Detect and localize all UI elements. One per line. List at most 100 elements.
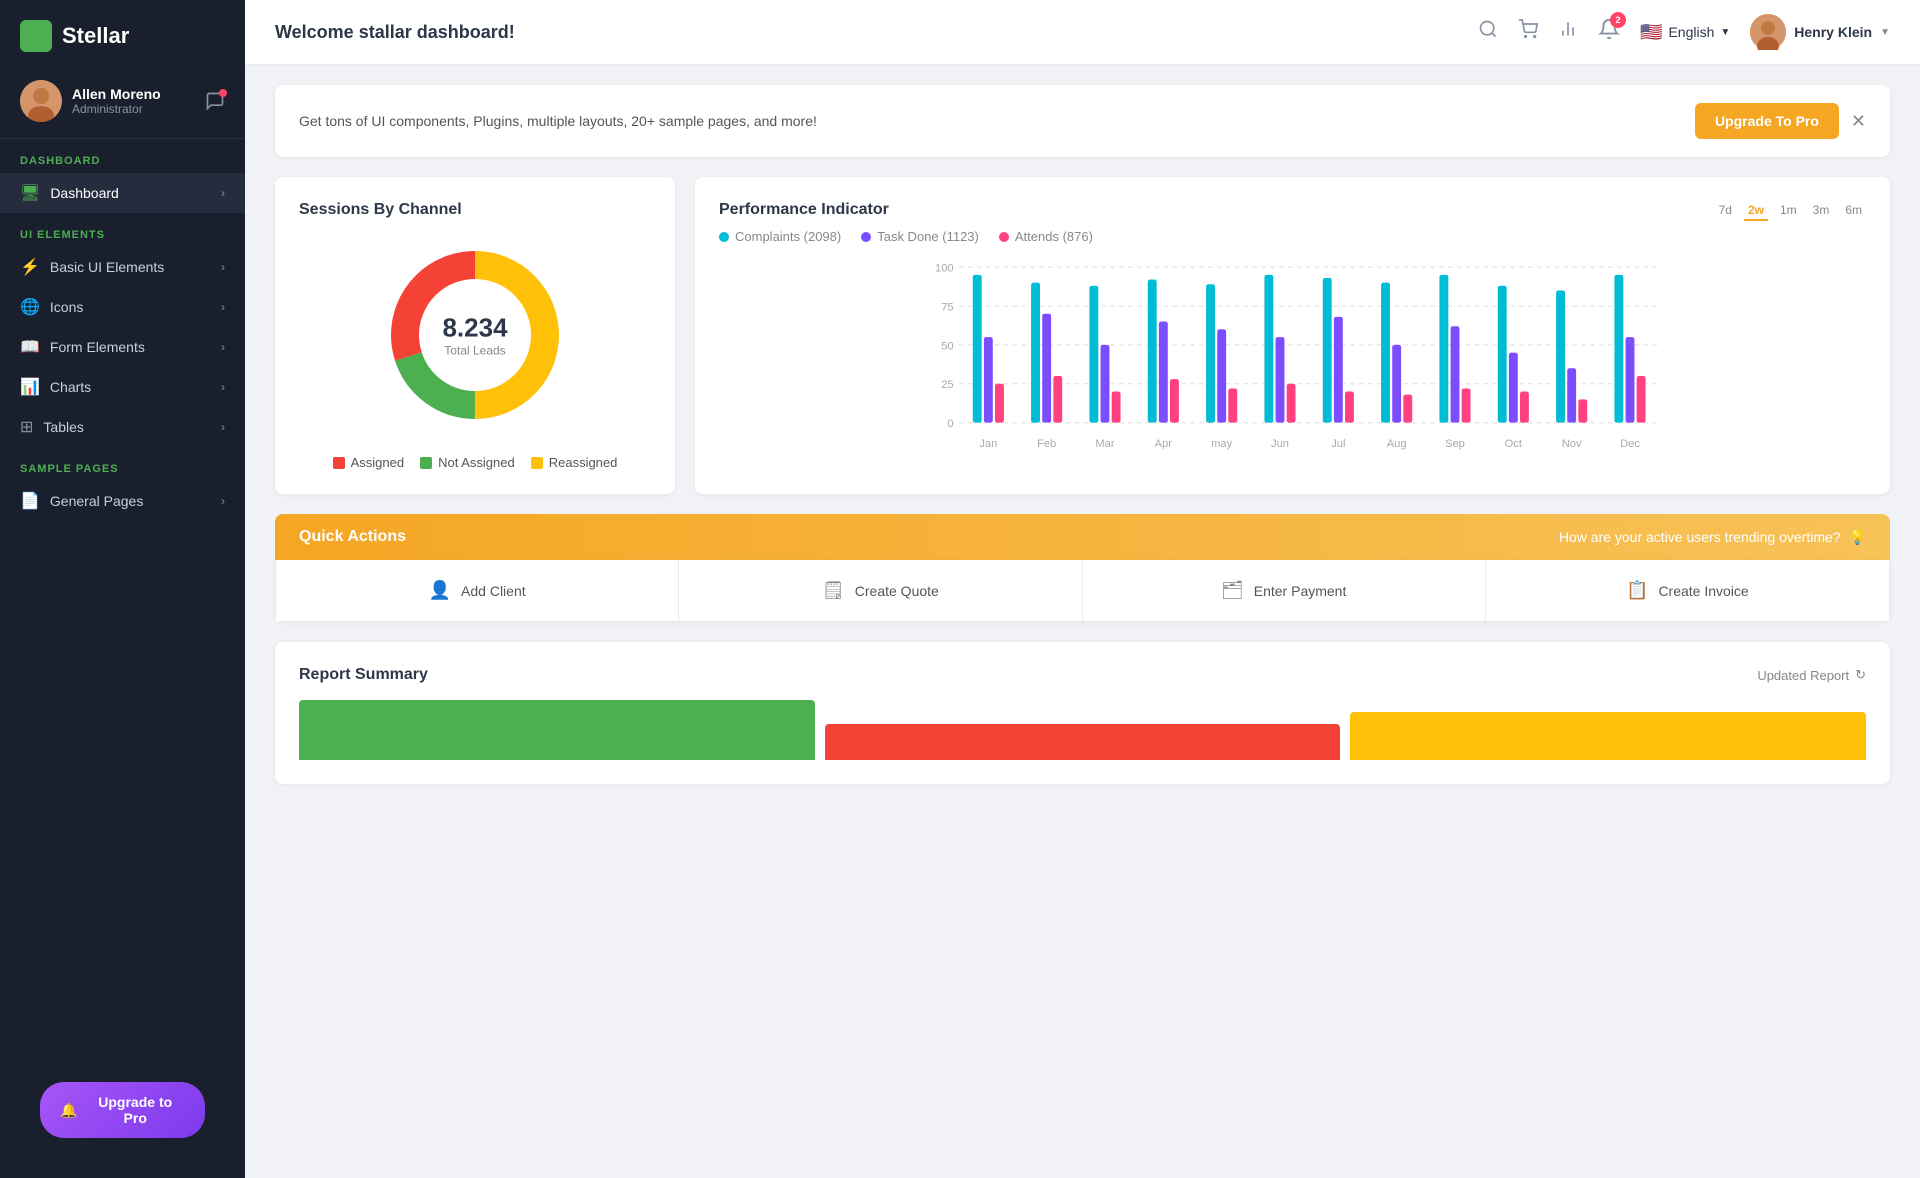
performance-header: Performance Indicator 7d 2w 1m 3m 6m (719, 201, 1866, 221)
quick-actions-body: 👤 Add Client🗒 Create Quote🗂 Enter Paymen… (275, 560, 1890, 622)
time-filter-7d[interactable]: 7d (1715, 201, 1736, 221)
charts-row: Sessions By Channel (275, 177, 1890, 494)
svg-text:100: 100 (935, 263, 954, 275)
perf-legend-dot-1 (861, 232, 871, 242)
enter-payment-label: Enter Payment (1254, 583, 1347, 599)
notifications-icon[interactable]: 2 (1598, 18, 1620, 46)
report-summary-card: Report Summary Updated Report ↻ (275, 642, 1890, 784)
sidebar-label-tables: Tables (43, 419, 83, 435)
perf-legend-label-1: Task Done (1123) (877, 229, 979, 244)
sidebar-item-icons[interactable]: 🌐 Icons › (0, 287, 245, 327)
sidebar-icon-basic-ui: ⚡ (20, 257, 40, 277)
promo-banner: Get tons of UI components, Plugins, mult… (275, 85, 1890, 157)
create-invoice-button[interactable]: 📋 Create Invoice (1486, 560, 1889, 621)
perf-legend-label-0: Complaints (2098) (735, 229, 841, 244)
enter-payment-button[interactable]: 🗂 Enter Payment (1083, 560, 1486, 621)
create-invoice-icon: 📋 (1626, 580, 1648, 601)
enter-payment-icon: 🗂 (1221, 580, 1244, 601)
upgrade-to-pro-button[interactable]: 🔔 Upgrade to Pro (40, 1082, 205, 1138)
report-bar-3 (1350, 712, 1866, 760)
legend-label-reassigned: Reassigned (549, 455, 618, 470)
sidebar-icon-charts: 📊 (20, 377, 40, 397)
perf-legend-item-1: Task Done (1123) (861, 229, 979, 244)
sidebar-item-left: 📊 Charts (20, 377, 91, 397)
svg-text:Apr: Apr (1155, 438, 1173, 450)
sidebar-item-left: 📄 General Pages (20, 491, 143, 511)
refresh-icon[interactable]: ↻ (1855, 667, 1866, 683)
sidebar-item-tables[interactable]: ⊞ Tables › (0, 407, 245, 447)
time-filter-1m[interactable]: 1m (1776, 201, 1801, 221)
performance-legend: Complaints (2098) Task Done (1123) Atten… (719, 229, 1866, 244)
legend-not-assigned: Not Assigned (420, 455, 515, 470)
report-updated: Updated Report ↻ (1757, 667, 1866, 683)
report-title: Report Summary (299, 666, 428, 684)
add-client-button[interactable]: 👤 Add Client (276, 560, 679, 621)
donut-chart: 8.234 Total Leads (375, 235, 575, 435)
language-selector[interactable]: 🇺🇸 English ▼ (1640, 22, 1730, 43)
updated-label: Updated Report (1757, 668, 1849, 683)
sidebar-item-left: ⊞ Tables (20, 417, 84, 437)
sidebar-item-arrow-general-pages: › (221, 494, 225, 508)
sidebar-item-general-pages[interactable]: 📄 General Pages › (0, 481, 245, 521)
time-filter-2w[interactable]: 2w (1744, 201, 1768, 221)
sidebar-item-charts[interactable]: 📊 Charts › (0, 367, 245, 407)
sidebar-label-charts: Charts (50, 379, 91, 395)
banner-text: Get tons of UI components, Plugins, mult… (299, 113, 817, 129)
legend-label-assigned: Assigned (351, 455, 404, 470)
upgrade-btn-label: Upgrade to Pro (85, 1094, 185, 1126)
sidebar-item-arrow-tables: › (221, 420, 225, 434)
sessions-chart-title: Sessions By Channel (299, 201, 651, 219)
legend-dot-reassigned (531, 457, 543, 469)
language-label: English (1668, 24, 1714, 40)
header-avatar (1750, 14, 1786, 50)
analytics-icon[interactable] (1558, 19, 1578, 45)
quick-actions-title: Quick Actions (299, 528, 406, 546)
svg-text:Feb: Feb (1037, 438, 1056, 450)
donut-center: 8.234 Total Leads (442, 313, 507, 358)
svg-text:Aug: Aug (1387, 438, 1407, 450)
donut-total-value: 8.234 (442, 313, 507, 344)
create-quote-icon: 🗒 (822, 580, 845, 601)
message-icon[interactable] (205, 91, 225, 111)
header-user[interactable]: Henry Klein ▼ (1750, 14, 1890, 50)
sidebar-label-dashboard: Dashboard (50, 185, 119, 201)
perf-legend-item-2: Attends (876) (999, 229, 1093, 244)
sidebar-item-basic-ui[interactable]: ⚡ Basic UI Elements › (0, 247, 245, 287)
perf-legend-dot-2 (999, 232, 1009, 242)
banner-close-button[interactable]: ✕ (1851, 111, 1866, 132)
user-info: Allen Moreno Administrator (72, 86, 195, 116)
upgrade-pro-button[interactable]: Upgrade To Pro (1695, 103, 1839, 139)
performance-title: Performance Indicator (719, 201, 889, 219)
user-section: Allen Moreno Administrator (0, 68, 245, 139)
svg-text:Dec: Dec (1620, 438, 1640, 450)
time-filter-3m[interactable]: 3m (1809, 201, 1834, 221)
svg-text:may: may (1211, 438, 1232, 450)
sidebar-item-dashboard[interactable]: 🖥 Dashboard › (0, 173, 245, 213)
sidebar-label-icons: Icons (50, 299, 83, 315)
add-client-icon: 👤 (429, 580, 451, 601)
quick-actions: Quick Actions How are your active users … (275, 514, 1890, 622)
qa-subtitle-text: How are your active users trending overt… (1559, 529, 1841, 545)
header-user-chevron: ▼ (1880, 27, 1890, 38)
create-invoice-label: Create Invoice (1658, 583, 1748, 599)
search-icon[interactable] (1478, 19, 1498, 45)
perf-legend-dot-0 (719, 232, 729, 242)
create-quote-button[interactable]: 🗒 Create Quote (679, 560, 1082, 621)
svg-text:50: 50 (941, 340, 953, 352)
svg-text:Jan: Jan (979, 438, 997, 450)
sidebar-section-label: DASHBOARD (0, 139, 245, 173)
sidebar-label-general-pages: General Pages (50, 493, 143, 509)
sidebar-icon-form-elements: 📖 (20, 337, 40, 357)
sidebar-logo: Stellar (0, 0, 245, 68)
sidebar-icon-icons: 🌐 (20, 297, 40, 317)
banner-right: Upgrade To Pro ✕ (1695, 103, 1866, 139)
legend-dot-assigned (333, 457, 345, 469)
sidebar-item-form-elements[interactable]: 📖 Form Elements › (0, 327, 245, 367)
sidebar-item-left: 🖥 Dashboard (20, 183, 119, 203)
user-role: Administrator (72, 102, 195, 116)
upgrade-icon: 🔔 (60, 1102, 77, 1119)
time-filter-6m[interactable]: 6m (1841, 201, 1866, 221)
cart-icon[interactable] (1518, 19, 1538, 45)
svg-text:75: 75 (941, 301, 953, 313)
legend-dot-not-assigned (420, 457, 432, 469)
